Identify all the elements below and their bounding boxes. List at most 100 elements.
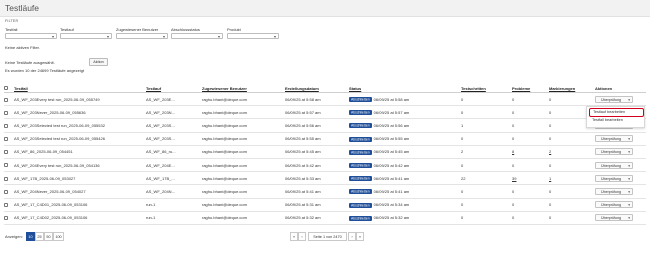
table-row: AS_WF_203Selected test run_2025-06-09_05… — [4, 118, 646, 133]
review-button[interactable]: Überprüfung ▾ — [595, 187, 633, 195]
chevron-down-icon: ▾ — [106, 34, 109, 39]
steps-cell: 0 — [461, 132, 512, 146]
status-cell: Abschließen 06/09/25 at 5:56 am — [349, 118, 461, 133]
row-select-cell[interactable] — [4, 171, 14, 186]
filter-select[interactable]: ▾ — [171, 33, 223, 39]
review-button-label: Überprüfung — [601, 176, 621, 181]
no-active-filters-text: Keine aktiven Filter. — [5, 45, 40, 50]
first-page-button[interactable]: « — [290, 232, 298, 241]
status-cell: Abschließen 06/09/25 at 5:32 am — [349, 211, 461, 225]
testfall-cell: AS_WF_17B_2025-06-09_053027 — [14, 171, 146, 186]
user-cell: raghu.bhani@deque.com — [202, 92, 285, 107]
row-select-cell[interactable] — [4, 92, 14, 107]
next-page-button[interactable]: › — [348, 232, 356, 241]
row-select-cell[interactable] — [4, 105, 14, 120]
marks-cell: 0 — [549, 184, 595, 199]
review-button[interactable]: Überprüfung ▾ — [595, 95, 633, 103]
status-badge: Abschließen — [349, 189, 372, 195]
row-checkbox[interactable] — [4, 150, 8, 155]
row-select-cell[interactable] — [4, 118, 14, 133]
review-button-label: Überprüfung — [601, 150, 621, 155]
steps-cell: 0 — [461, 105, 512, 120]
row-checkbox[interactable] — [4, 189, 8, 194]
created-cell: 06/09/25 at 5:55 am — [285, 132, 349, 146]
prev-page-button[interactable]: ‹ — [298, 232, 306, 241]
created-cell: 06/09/25 at 5:45 am — [285, 145, 349, 159]
row-select-cell[interactable] — [4, 132, 14, 146]
column-header-status[interactable]: Status — [349, 84, 461, 93]
column-header-marks[interactable]: Markierungen — [549, 84, 595, 93]
filter-select[interactable]: ▾ — [5, 33, 57, 39]
review-button[interactable]: Überprüfung ▾ — [595, 161, 633, 169]
results-count-text: Es wurden 10 der 24699 Testläufe angezei… — [5, 68, 85, 73]
status-cell: Abschließen 06/09/25 at 5:57 am — [349, 105, 461, 120]
column-header-testlauf[interactable]: Testlauf — [146, 84, 202, 93]
marks-cell: 2 — [549, 145, 595, 159]
page-size-100[interactable]: 100 — [53, 232, 64, 241]
filter-produkt[interactable]: Produkt ▾ — [227, 27, 279, 39]
filter-select[interactable]: ▾ — [116, 33, 168, 39]
select-all-cell[interactable] — [4, 84, 14, 93]
status-badge: Abschließen — [349, 202, 372, 208]
menu-item-edit-test-case[interactable]: Testfall bearbeiten — [592, 118, 623, 122]
column-header-problems[interactable]: Probleme — [512, 84, 549, 93]
problems-cell: 0 — [512, 105, 549, 120]
testfall-cell: AS_WF_17_C4D01_2025-06-09_053106 — [14, 198, 146, 212]
page-size-10[interactable]: 10 — [26, 232, 35, 241]
menu-item-edit-test-run[interactable]: Testlauf bearbeiten — [589, 108, 644, 117]
review-button[interactable]: Überprüfung ▾ — [595, 214, 633, 222]
marks-cell: 0 — [549, 158, 595, 173]
column-header-steps[interactable]: Testschritten — [461, 84, 512, 93]
page-size-50[interactable]: 50 — [44, 232, 53, 241]
row-select-cell[interactable] — [4, 158, 14, 173]
testlauf-cell: AS_WF_204N... — [146, 184, 202, 199]
user-cell: raghu.bhani@deque.com — [202, 184, 285, 199]
row-checkbox[interactable] — [4, 176, 8, 181]
marks-link[interactable]: 2 — [549, 149, 551, 154]
status-cell: Abschließen 06/09/25 at 5:58 am — [349, 92, 461, 107]
problems-cell: 39 — [512, 171, 549, 186]
filter-select[interactable]: ▾ — [227, 33, 279, 39]
status-date: 06/09/25 at 5:55 am — [373, 136, 410, 142]
status-cell: Abschließen 06/09/25 at 5:34 am — [349, 198, 461, 212]
filter-abschlussstatus[interactable]: Abschlussstatus ▾ — [171, 27, 223, 39]
last-page-button[interactable]: » — [356, 232, 364, 241]
steps-cell: 0 — [461, 184, 512, 199]
problems-link[interactable]: 8 — [512, 149, 514, 154]
filter-zugewiesener-benutzer[interactable]: Zugewiesener Benutzer ▾ — [116, 27, 168, 39]
status-badge: Abschließen — [349, 123, 372, 129]
testfall-cell: AS_WF_203Every test run_2025-06-09_05574… — [14, 92, 146, 107]
user-cell: raghu.bhani@deque.com — [202, 158, 285, 173]
problems-link[interactable]: 39 — [512, 176, 516, 181]
status-badge: Abschließen — [349, 176, 372, 182]
filter-select[interactable]: ▾ — [60, 33, 112, 39]
action-button[interactable]: Aktion — [89, 58, 108, 66]
column-header-created[interactable]: Erstellungsdatum — [285, 84, 349, 93]
row-checkbox[interactable] — [4, 123, 8, 128]
testlauf-cell: AS_WF_86_ru... — [146, 145, 202, 159]
row-checkbox[interactable] — [4, 97, 8, 102]
filter-testlauf[interactable]: Testlauf ▾ — [60, 27, 112, 39]
review-button[interactable]: Überprüfung ▾ — [595, 148, 633, 156]
row-checkbox[interactable] — [4, 163, 8, 168]
review-button[interactable]: Überprüfung ▾ — [595, 135, 633, 143]
row-checkbox[interactable] — [4, 203, 8, 208]
row-select-cell[interactable] — [4, 145, 14, 159]
review-button[interactable]: Überprüfung ▾ — [595, 201, 633, 209]
review-button[interactable]: Überprüfung ▾ — [595, 174, 633, 182]
row-checkbox[interactable] — [4, 216, 8, 221]
row-checkbox[interactable] — [4, 137, 8, 142]
filter-testfall[interactable]: Testfall ▾ — [5, 27, 57, 39]
row-checkbox[interactable] — [4, 110, 8, 115]
row-select-cell[interactable] — [4, 198, 14, 212]
testlauf-cell: run-1 — [146, 198, 202, 212]
row-select-cell[interactable] — [4, 211, 14, 225]
marks-link[interactable]: 1 — [549, 176, 551, 181]
row-select-cell[interactable] — [4, 184, 14, 199]
page-size-25[interactable]: 25 — [35, 232, 44, 241]
column-header-testfall[interactable]: Testfall — [14, 84, 146, 93]
testlauf-cell: run-1 — [146, 211, 202, 225]
select-all-checkbox[interactable] — [4, 86, 8, 91]
actions-cell: Überprüfung ▾ — [595, 158, 646, 173]
column-header-user[interactable]: Zugewiesener Benutzer — [202, 84, 285, 93]
